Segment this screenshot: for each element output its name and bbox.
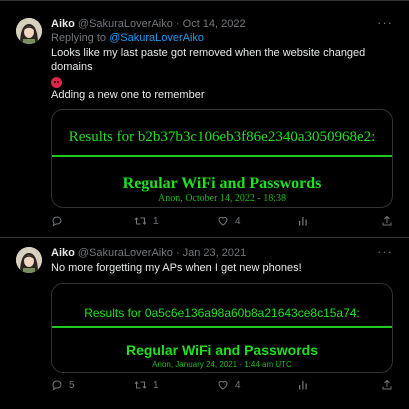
tweet-date[interactable]: Jan 23, 2021 (183, 247, 247, 259)
reply-button[interactable]: 5 (51, 379, 75, 391)
card-heading: Regular WiFi and Passwords (122, 175, 322, 192)
share-upload-icon (382, 379, 392, 390)
views-button[interactable] (297, 215, 309, 227)
like-count: 4 (235, 379, 241, 391)
card-title: Results for 0a5c6e136a98a60b8a21643ce8c1… (84, 306, 360, 320)
more-options-icon[interactable]: ··· (377, 244, 393, 259)
retweet-button[interactable]: 1 (134, 379, 159, 391)
display-name[interactable]: Aiko (51, 247, 75, 259)
heart-icon (218, 380, 228, 390)
share-upload-icon (382, 215, 392, 226)
separator: · (175, 247, 180, 259)
share-button[interactable] (381, 379, 393, 391)
like-button[interactable]: 4 (217, 215, 241, 227)
views-bar-chart-icon (299, 381, 307, 390)
like-button[interactable]: 4 (217, 379, 241, 391)
separator: · (175, 18, 180, 30)
reply-bubble-icon (52, 380, 62, 391)
angry-face-icon (51, 76, 62, 88)
retweet-count: 1 (153, 379, 159, 391)
tweet-date[interactable]: Oct 14, 2022 (183, 18, 246, 30)
retweet-icon (134, 217, 147, 225)
tweet-text-line-2: Adding a new one to remember (51, 89, 205, 101)
card-heading: Regular WiFi and Passwords (125, 342, 319, 358)
action-bar: 1 4 (51, 215, 396, 231)
reply-count: 5 (69, 379, 75, 391)
reply-mention-link[interactable]: @SakuraLoverAiko (109, 32, 204, 44)
tweet-text-line: Looks like my last paste got removed whe… (51, 47, 366, 73)
action-bar: 5 1 4 (51, 379, 396, 395)
avatar[interactable] (16, 247, 42, 273)
more-options-icon[interactable]: ··· (377, 15, 393, 30)
replying-to: Replying to @SakuraLoverAiko (51, 32, 204, 44)
replying-to-label: Replying to (51, 32, 110, 44)
reply-button[interactable] (51, 215, 69, 227)
views-button[interactable] (297, 379, 309, 391)
link-card[interactable]: Results for b2b37b3c106eb3f86e2340a30509… (51, 109, 393, 208)
card-subtitle: Anon, January 24, 2021 - 1:44 am UTC (152, 360, 292, 369)
tweet-text: Looks like my last paste got removed whe… (51, 46, 393, 89)
tweet-text: No more forgetting my APs when I get new… (51, 262, 302, 274)
reply-bubble-icon (52, 216, 62, 227)
user-handle[interactable]: @SakuraLoverAiko (78, 18, 173, 30)
link-card[interactable]: Results for 0a5c6e136a98a60b8a21643ce8c1… (51, 283, 393, 373)
views-bar-chart-icon (299, 217, 307, 226)
tweet[interactable]: Aiko @SakuraLoverAiko · Jan 23, 2021 ···… (0, 238, 409, 409)
user-handle[interactable]: @SakuraLoverAiko (78, 247, 173, 259)
share-button[interactable] (381, 215, 393, 227)
retweet-button[interactable]: 1 (134, 215, 159, 227)
retweet-count: 1 (153, 215, 159, 227)
retweet-icon (134, 381, 147, 389)
like-count: 4 (235, 215, 241, 227)
tweet-header: Aiko @SakuraLoverAiko · Oct 14, 2022 (51, 18, 389, 30)
card-divider (52, 155, 392, 157)
card-subtitle: Anon, October 14, 2022 - 18:38 (157, 193, 287, 204)
tweet[interactable]: Aiko @SakuraLoverAiko · Oct 14, 2022 ···… (0, 0, 409, 238)
avatar[interactable] (16, 18, 42, 44)
card-title: Results for b2b37b3c106eb3f86e2340a30509… (68, 129, 376, 145)
display-name[interactable]: Aiko (51, 18, 75, 30)
heart-icon (218, 216, 228, 226)
tweet-header: Aiko @SakuraLoverAiko · Jan 23, 2021 (51, 247, 389, 259)
card-divider (52, 326, 392, 328)
